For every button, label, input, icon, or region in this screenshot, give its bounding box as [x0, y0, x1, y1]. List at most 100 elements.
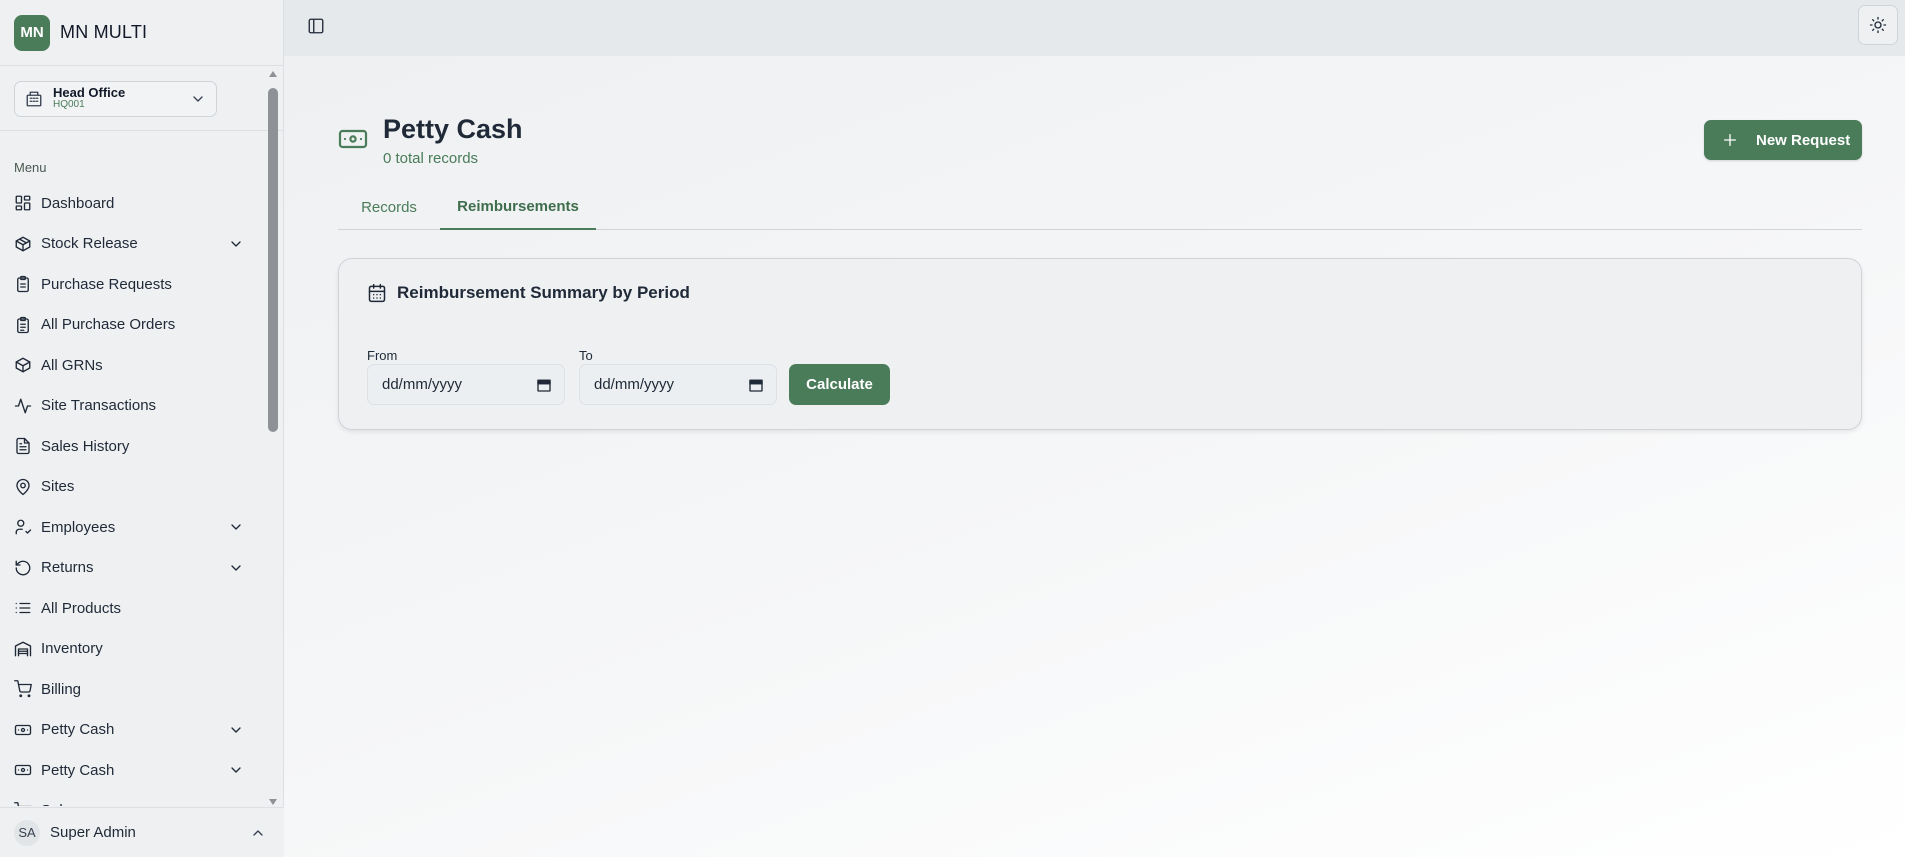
tab-bar: Records Reimbursements: [338, 184, 1862, 230]
chevron-down-icon: [231, 727, 241, 733]
sidebar-item-label: Employees: [41, 518, 116, 536]
banknote-icon: [14, 765, 32, 776]
to-date-input[interactable]: dd/mm/yyyy: [579, 364, 777, 405]
branch-selector[interactable]: Head Office HQ001: [14, 81, 217, 117]
sidebar-item-label: Purchase Requests: [41, 275, 172, 293]
sidebar-item-billing[interactable]: Billing: [0, 669, 262, 710]
to-label: To: [579, 348, 593, 363]
sidebar-item-label: Petty Cash: [41, 761, 115, 779]
brand[interactable]: MN MN MULTI: [0, 0, 283, 66]
sidebar-item-all-purchase-orders[interactable]: All Purchase Orders: [0, 305, 262, 346]
sidebar-item-inventory[interactable]: Inventory: [0, 629, 262, 670]
sidebar-item-label: Returns: [41, 559, 94, 577]
topbar: [284, 0, 1905, 56]
sidebar-item-sales-history[interactable]: Sales History: [0, 426, 262, 467]
sidebar-item-label: Inventory: [41, 640, 103, 658]
user-name: Super Admin: [50, 824, 136, 841]
sidebar: MN MN MULTI Head Office HQ001 Menu Dashb…: [0, 0, 284, 857]
branch-text: Head Office HQ001: [53, 85, 190, 111]
box-icon: [15, 357, 31, 373]
chevron-down-icon: [231, 524, 241, 530]
file-text-icon: [16, 438, 30, 455]
calendar-picker-icon[interactable]: [536, 377, 552, 393]
banknote-icon: [14, 724, 32, 735]
sidebar-item-stock-release[interactable]: Stock Release: [0, 224, 262, 265]
sidebar-scrollbar[interactable]: [266, 68, 280, 808]
chevron-down-icon: [231, 565, 241, 571]
panel-left-icon: [308, 18, 324, 34]
calendar-icon: [368, 283, 386, 303]
sidebar-item-all-grns[interactable]: All GRNs: [0, 345, 262, 386]
theme-toggle-button[interactable]: [1858, 5, 1898, 45]
brand-logo: MN: [14, 14, 50, 51]
rotate-ccw-icon: [15, 560, 31, 576]
brand-name: MN MULTI: [60, 22, 148, 42]
plus-icon: [1724, 134, 1736, 146]
sidebar-item-label: Site Transactions: [41, 397, 157, 415]
user-menu[interactable]: SA Super Admin: [0, 807, 284, 857]
sidebar-item-label: All Products: [41, 599, 122, 617]
sidebar-item-label: Dashboard: [41, 194, 115, 212]
new-request-label: New Request: [1756, 131, 1851, 149]
sidebar-item-petty-cash[interactable]: Petty Cash: [0, 750, 262, 791]
sidebar-item-employees[interactable]: Employees: [0, 507, 262, 548]
record-count: 0 total records: [383, 150, 479, 167]
sidebar-item-label: Sites: [41, 478, 75, 496]
sidebar-item-petty-cash[interactable]: Petty Cash: [0, 710, 262, 751]
list-icon: [15, 603, 31, 614]
branch-code: HQ001: [53, 99, 85, 110]
calculate-button[interactable]: Calculate: [789, 364, 890, 405]
map-pin-icon: [16, 478, 30, 495]
sidebar-item-purchase-requests[interactable]: Purchase Requests: [0, 264, 262, 305]
sun-icon: [1869, 16, 1887, 34]
page-title: Petty Cash: [383, 114, 523, 144]
scroll-up-arrow-icon[interactable]: [266, 68, 280, 80]
clipboard-list-icon: [17, 316, 29, 333]
sidebar-item-sites[interactable]: Sites: [0, 467, 262, 508]
warehouse-icon: [14, 641, 32, 657]
sidebar-item-all-products[interactable]: All Products: [0, 588, 262, 629]
sidebar-item-label: Stock Release: [41, 235, 138, 253]
user-check-icon: [15, 519, 32, 535]
calendar-picker-icon[interactable]: [748, 377, 764, 393]
sidebar-toggle-button[interactable]: [304, 14, 328, 38]
main-content: Petty Cash 0 total records New Request R…: [284, 56, 1905, 857]
activity-icon: [14, 398, 32, 414]
sidebar-item-label: All GRNs: [41, 356, 103, 374]
from-date-input[interactable]: dd/mm/yyyy: [367, 364, 565, 405]
sidebar-item-label: All Purchase Orders: [41, 316, 176, 334]
card-title-text: Reimbursement Summary by Period: [397, 283, 690, 302]
tab-records[interactable]: Records: [338, 184, 440, 230]
scroll-thumb[interactable]: [268, 88, 278, 432]
to-date-value: dd/mm/yyyy: [594, 376, 675, 393]
sidebar-item-returns[interactable]: Returns: [0, 548, 262, 589]
sidebar-item-label: Billing: [41, 680, 82, 698]
sidebar-item-label: Sales History: [41, 437, 130, 455]
chevron-down-icon: [231, 767, 241, 773]
sidebar-item-sales[interactable]: Sales: [0, 791, 262, 806]
dashboard-icon: [15, 195, 31, 211]
chevron-down-icon: [231, 241, 241, 247]
from-label: From: [367, 348, 398, 363]
sidebar-item-site-transactions[interactable]: Site Transactions: [0, 386, 262, 427]
reimbursement-summary-card: Reimbursement Summary by Period From dd/…: [338, 258, 1862, 430]
chevron-up-icon: [253, 829, 263, 836]
branch-name: Head Office: [53, 85, 126, 100]
avatar: SA: [14, 819, 40, 846]
building-icon: [26, 91, 42, 107]
package-icon: [15, 236, 31, 252]
banknote-icon: [338, 129, 368, 149]
clipboard-icon: [17, 276, 29, 293]
chevron-down-icon: [193, 96, 203, 102]
sidebar-item-label: Sales: [41, 802, 244, 806]
cart-icon: [14, 680, 32, 698]
new-request-button[interactable]: New Request: [1704, 120, 1862, 160]
cart-icon: [14, 801, 32, 806]
menu-heading: Menu: [14, 160, 47, 175]
from-date-value: dd/mm/yyyy: [382, 376, 463, 393]
tab-reimbursements[interactable]: Reimbursements: [440, 184, 596, 230]
sidebar-item-dashboard[interactable]: Dashboard: [0, 183, 262, 224]
card-title: Reimbursement Summary by Period: [367, 283, 690, 303]
sidebar-item-label: Petty Cash: [41, 721, 115, 739]
branch-area: Head Office HQ001: [0, 66, 283, 131]
